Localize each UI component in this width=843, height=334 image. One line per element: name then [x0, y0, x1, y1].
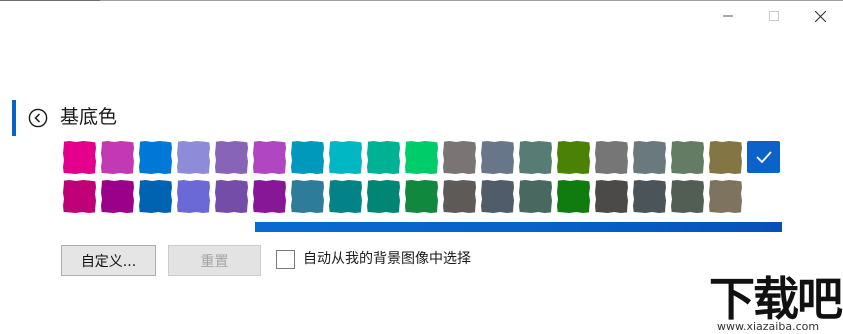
color-swatch[interactable]: [519, 141, 552, 174]
window-top-border-accent: [0, 0, 100, 1]
reset-button[interactable]: 重置: [168, 245, 261, 276]
color-swatch[interactable]: [405, 141, 438, 174]
swatch-row-2: [63, 180, 785, 213]
color-swatch[interactable]: [709, 141, 742, 174]
color-swatch[interactable]: [443, 141, 476, 174]
color-swatch[interactable]: [481, 180, 514, 213]
color-swatch[interactable]: [481, 141, 514, 174]
watermark-brand: 下载吧: [709, 272, 843, 326]
color-swatch[interactable]: [139, 141, 172, 174]
color-swatch[interactable]: [329, 180, 362, 213]
color-swatch[interactable]: [671, 141, 704, 174]
close-button[interactable]: [797, 0, 843, 32]
back-arrow-circle-icon: [28, 108, 48, 128]
accent-color-preview-bar: [255, 222, 782, 232]
page-title: 基底色: [60, 106, 118, 128]
minimize-button[interactable]: [705, 0, 751, 32]
color-swatch[interactable]: [215, 141, 248, 174]
color-swatch[interactable]: [671, 180, 704, 213]
color-swatch[interactable]: [215, 180, 248, 213]
color-swatch[interactable]: [443, 180, 476, 213]
color-swatch[interactable]: [291, 141, 324, 174]
color-swatch[interactable]: [291, 180, 324, 213]
maximize-icon: [769, 11, 779, 21]
header-accent-bar: [12, 100, 16, 136]
accent-color-palette: [63, 141, 785, 219]
color-swatch-selected[interactable]: [747, 141, 780, 173]
color-swatch[interactable]: [63, 141, 96, 174]
color-swatch[interactable]: [63, 180, 96, 213]
auto-select-label[interactable]: 自动从我的背景图像中选择: [303, 250, 471, 269]
auto-select-checkbox[interactable]: [276, 250, 295, 269]
minimize-icon: [723, 15, 733, 17]
window-controls: [705, 0, 843, 32]
color-swatch[interactable]: [405, 180, 438, 213]
close-icon: [814, 10, 826, 22]
color-swatch[interactable]: [595, 141, 628, 174]
checkmark-icon: [747, 141, 780, 173]
color-swatch[interactable]: [139, 180, 172, 213]
color-swatch[interactable]: [367, 141, 400, 174]
swatch-row-1: [63, 141, 785, 174]
color-swatch[interactable]: [253, 141, 286, 174]
color-swatch[interactable]: [519, 180, 552, 213]
maximize-button[interactable]: [751, 0, 797, 32]
back-button[interactable]: [28, 108, 48, 128]
custom-color-button[interactable]: 自定义...: [61, 245, 156, 276]
color-swatch[interactable]: [101, 180, 134, 213]
watermark-url: www.xiazaiba.com: [717, 320, 820, 333]
color-swatch[interactable]: [557, 141, 590, 174]
color-swatch[interactable]: [633, 180, 666, 213]
color-swatch[interactable]: [367, 180, 400, 213]
color-swatch[interactable]: [329, 141, 362, 174]
watermark-logo: 下载吧 www.xiazaiba.com: [705, 276, 843, 334]
color-swatch[interactable]: [177, 141, 210, 174]
personalization-color-window: 基底色 自定义... 重置 自动从我的背景图像中选择 下载吧 www.xiaza…: [0, 0, 843, 334]
color-swatch[interactable]: [709, 180, 742, 213]
color-swatch[interactable]: [595, 180, 628, 213]
color-swatch[interactable]: [101, 141, 134, 174]
color-swatch[interactable]: [177, 180, 210, 213]
color-swatch[interactable]: [253, 180, 286, 213]
color-swatch[interactable]: [557, 180, 590, 213]
color-swatch[interactable]: [633, 141, 666, 174]
